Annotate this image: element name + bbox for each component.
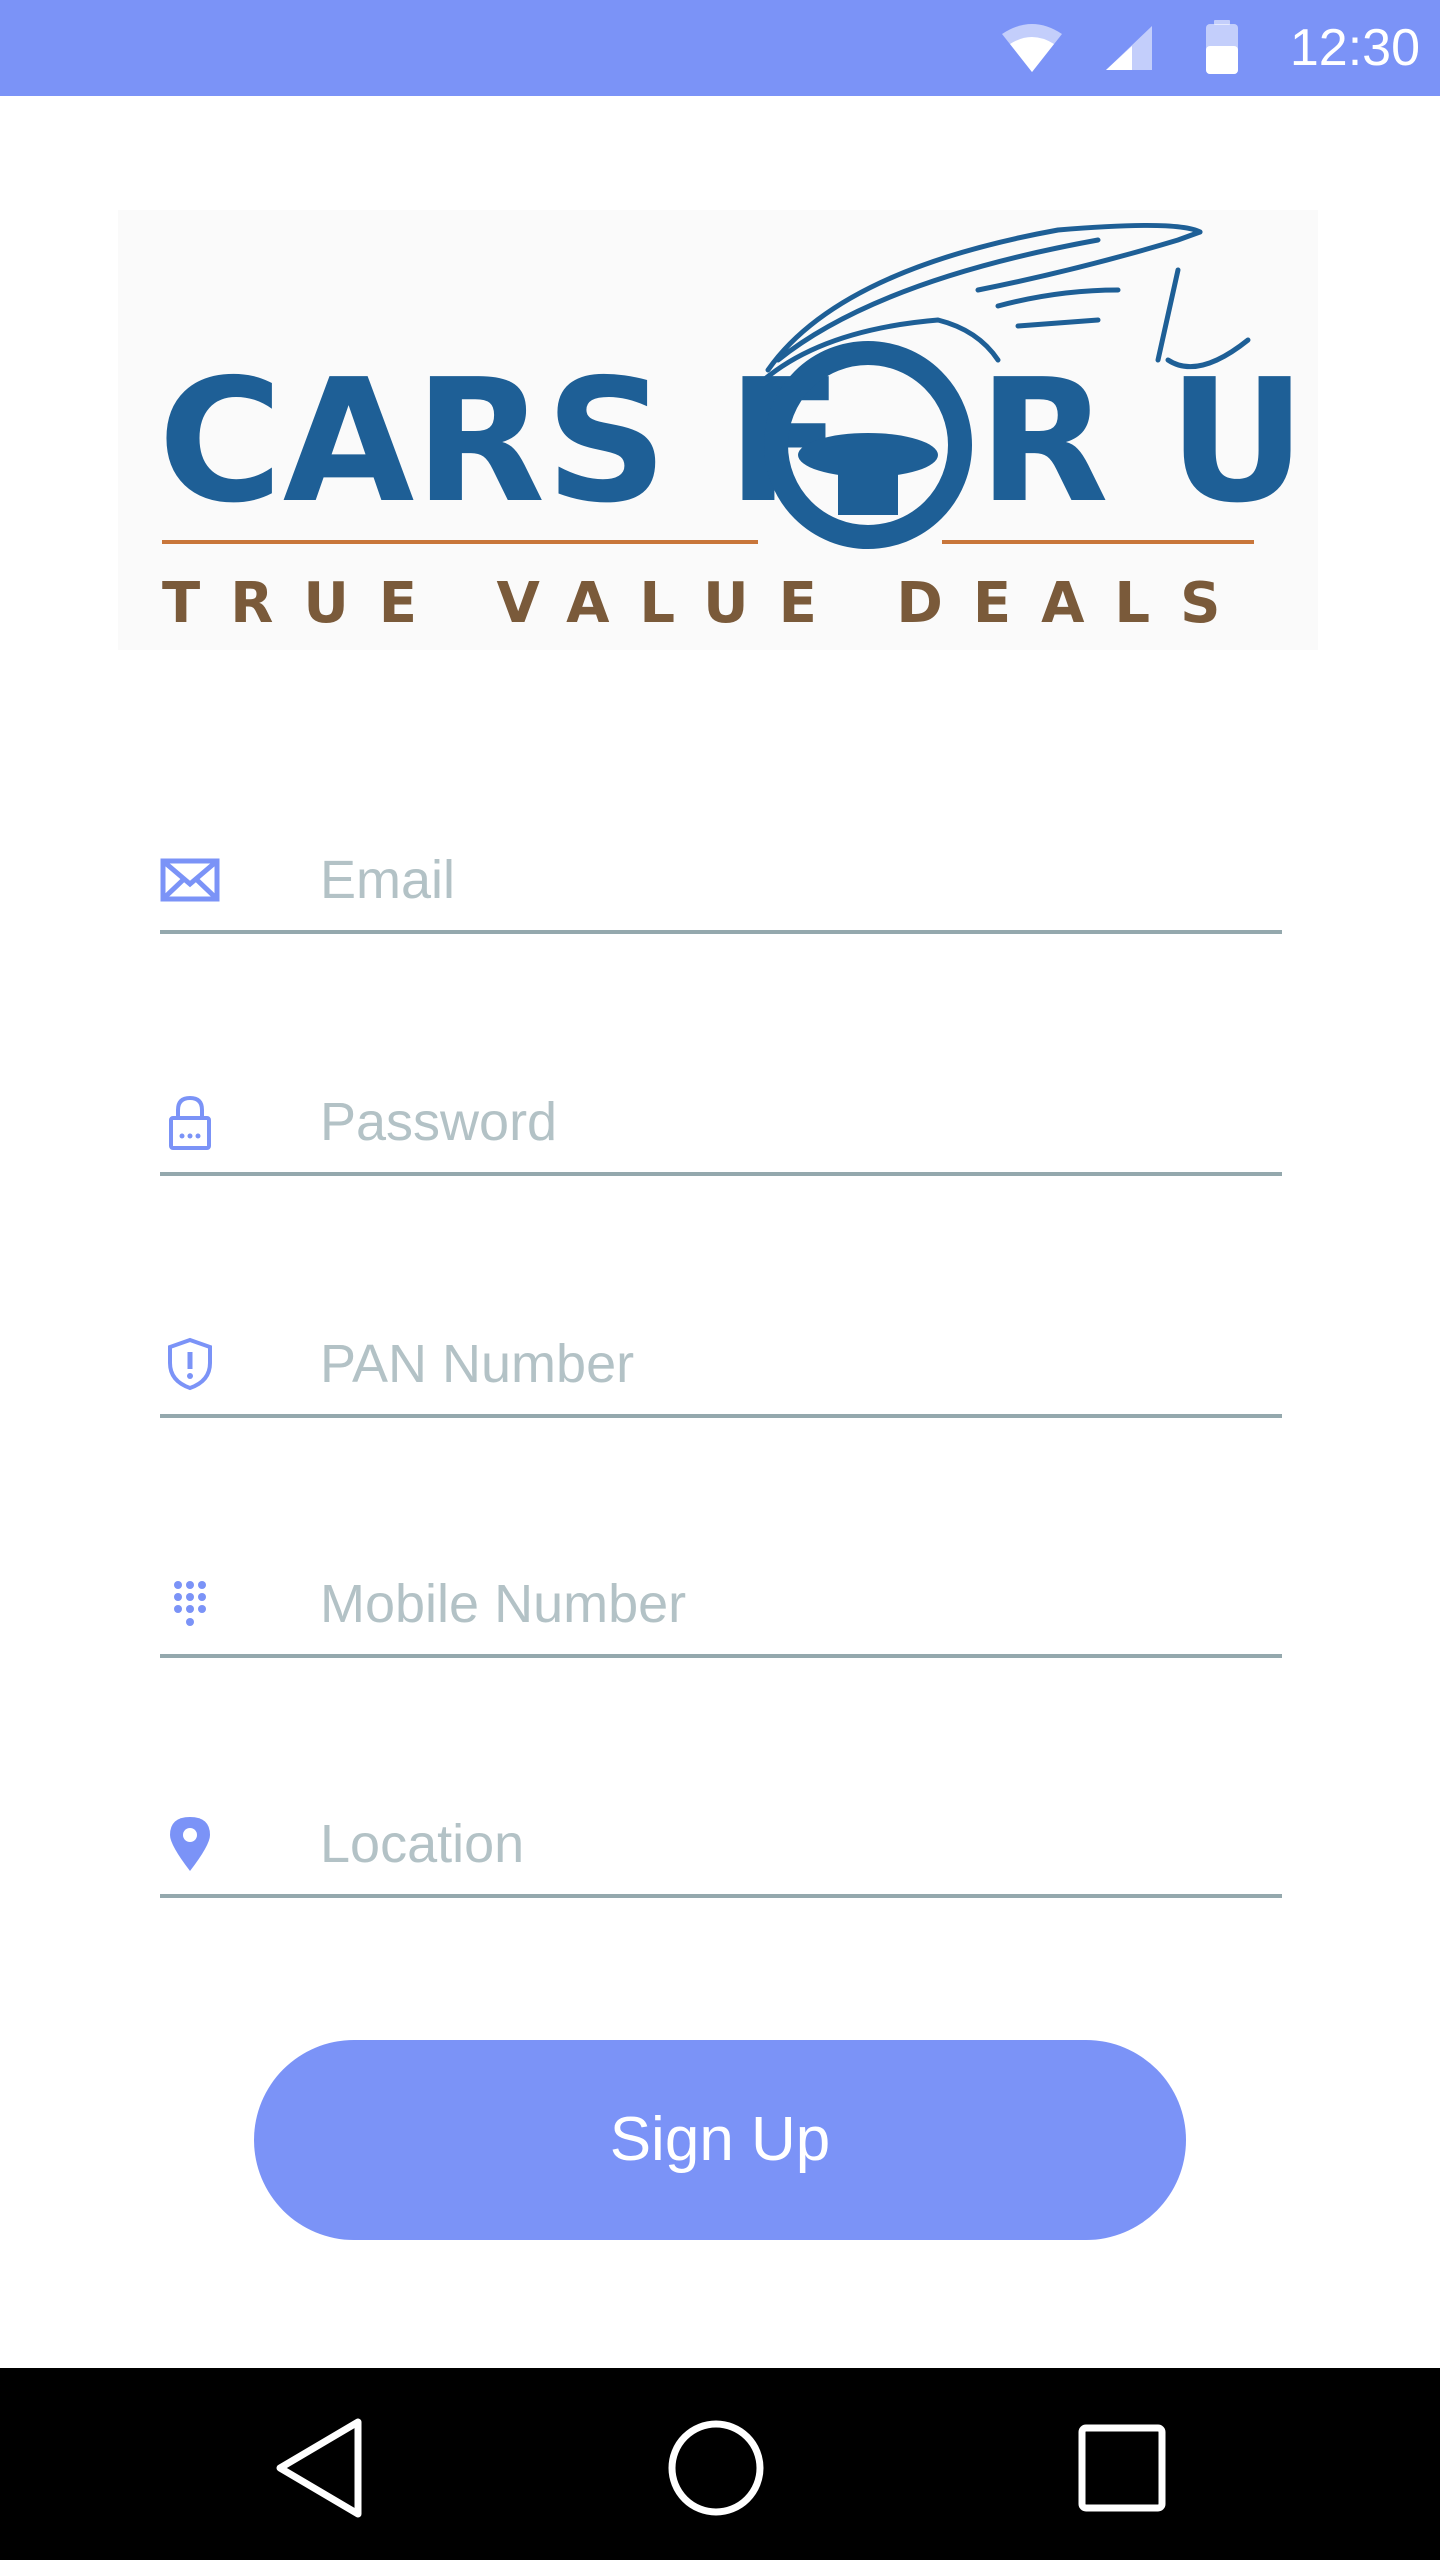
navigation-bar [0,2368,1440,2560]
status-time: 12:30 [1289,19,1420,77]
lock-icon [160,1092,220,1152]
home-icon[interactable] [656,2408,776,2528]
signal-icon [1106,26,1152,70]
mobile-number-field [160,1554,1282,1658]
svg-text:CARS F: CARS F [158,343,843,541]
pan-number-field [160,1314,1282,1418]
email-input[interactable] [320,840,1260,920]
wifi-icon [1002,24,1062,72]
battery-icon [1206,20,1238,74]
location-field [160,1794,1282,1898]
password-input[interactable] [320,1082,1260,1162]
password-field [160,1072,1282,1176]
mobile-number-input[interactable] [320,1564,1260,1644]
shield-icon [160,1334,220,1394]
dialpad-icon [160,1574,220,1634]
email-field [160,830,1282,934]
location-input[interactable] [320,1804,1260,1884]
mail-icon [160,850,220,910]
recent-apps-icon[interactable] [1062,2408,1182,2528]
back-icon[interactable] [260,2408,380,2528]
status-bar: 12:30 [0,0,1440,96]
pan-number-input[interactable] [320,1324,1260,1404]
app-logo: CARS F R U TRUE VALUE DEALS [118,210,1318,650]
svg-text:R U: R U [978,343,1306,541]
svg-text:TRUE VALUE DEALS: TRUE VALUE DEALS [162,571,1250,636]
sign-up-button[interactable]: Sign Up [254,2040,1186,2240]
location-pin-icon [160,1814,220,1874]
